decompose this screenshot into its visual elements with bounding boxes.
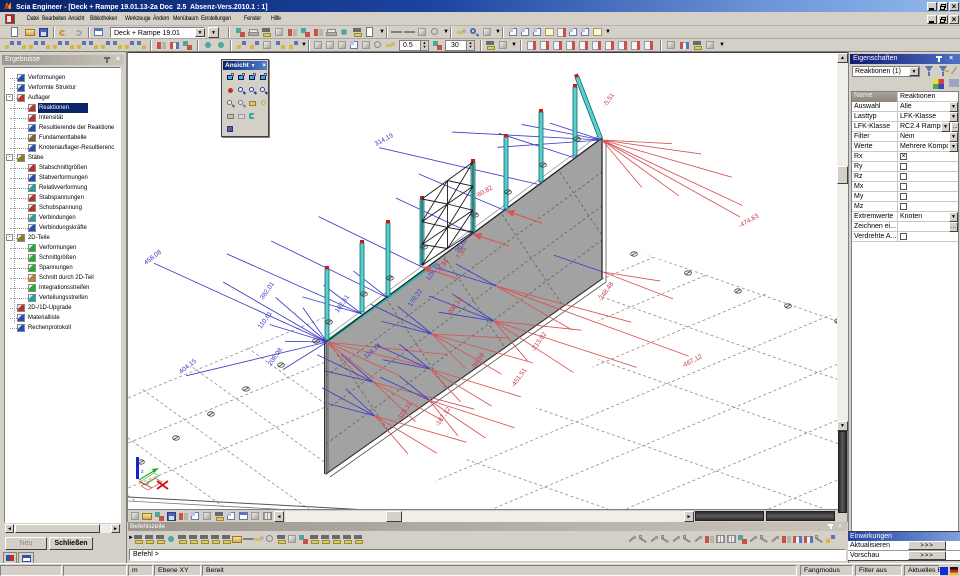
- svg-text:208,08: 208,08: [267, 347, 284, 368]
- svg-text:-474,63: -474,63: [738, 212, 761, 229]
- svg-text:-248,48: -248,48: [597, 281, 616, 303]
- svg-text:-451,51: -451,51: [510, 367, 529, 389]
- svg-text:-60,82: -60,82: [475, 184, 495, 199]
- svg-text:-5,51: -5,51: [602, 92, 616, 108]
- svg-text:458,08: 458,08: [143, 249, 163, 267]
- svg-text:314,19: 314,19: [374, 132, 395, 148]
- svg-text:z: z: [141, 469, 144, 475]
- svg-text:y: y: [147, 480, 150, 486]
- svg-text:-467,12: -467,12: [681, 353, 704, 370]
- svg-text:110,61: 110,61: [257, 310, 274, 330]
- svg-text:404,15: 404,15: [178, 358, 198, 376]
- svg-text:382,01: 382,01: [259, 281, 276, 302]
